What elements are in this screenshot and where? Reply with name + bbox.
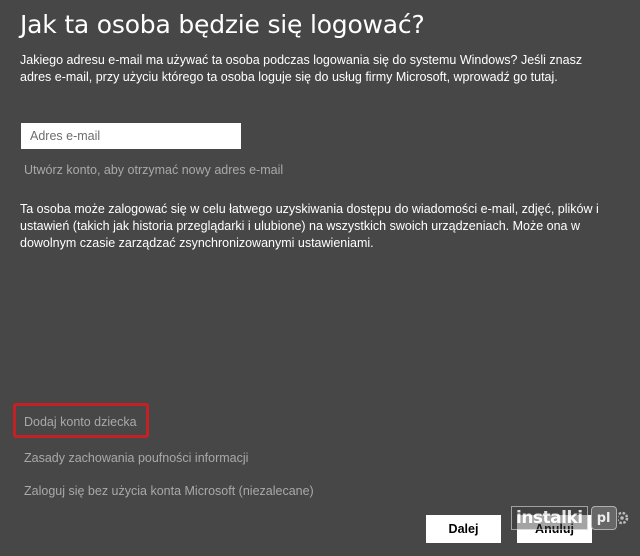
cancel-button[interactable]: Anuluj	[517, 515, 592, 543]
add-child-account-link[interactable]: Dodaj konto dziecka	[24, 415, 137, 429]
sign-in-without-microsoft-account-link[interactable]: Zaloguj się bez użycia konta Microsoft (…	[24, 484, 314, 498]
email-description: Jakiego adresu e-mail ma używać ta osoba…	[20, 53, 583, 84]
privacy-policy-link[interactable]: Zasady zachowania poufności informacji	[24, 451, 248, 465]
email-field[interactable]	[21, 123, 241, 149]
watermark-badge: pl	[590, 506, 617, 530]
page-title: Jak ta osoba będzie się logować?	[20, 10, 425, 39]
gear-icon	[617, 511, 628, 525]
account-info-text: Ta osoba może zalogować się w celu łatwe…	[20, 202, 599, 250]
create-account-link[interactable]: Utwórz konto, aby otrzymać nowy adres e-…	[24, 163, 283, 177]
next-button[interactable]: Dalej	[426, 515, 501, 543]
